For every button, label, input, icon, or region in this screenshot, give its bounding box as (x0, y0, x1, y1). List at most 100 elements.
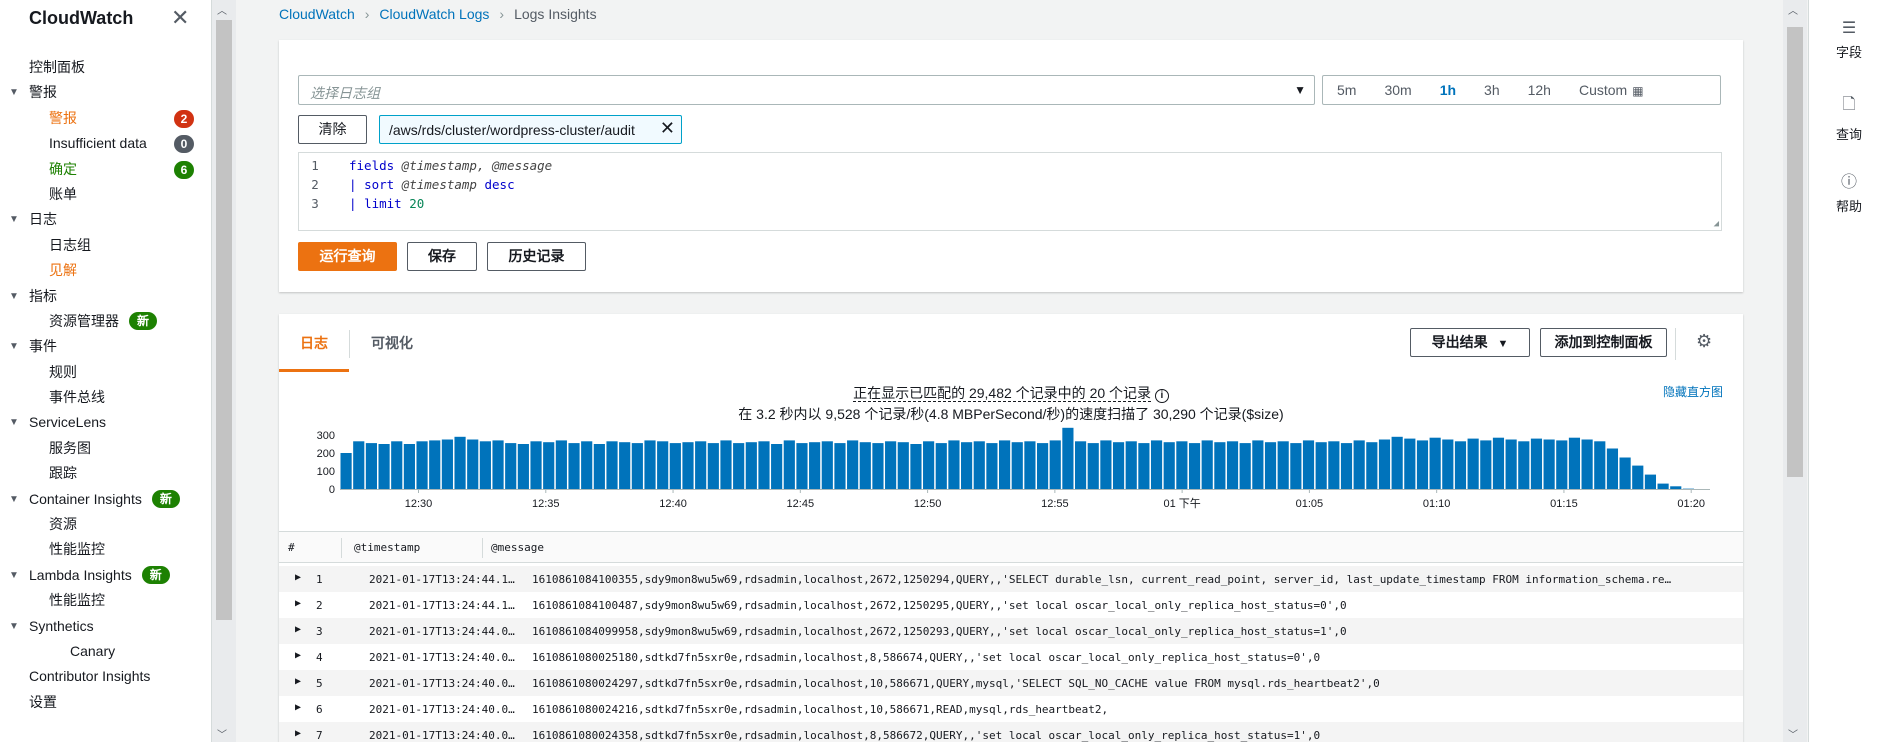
histogram-bar[interactable] (593, 444, 605, 489)
sidebar-scrollbar[interactable]: ︿ ﹀ (212, 0, 236, 742)
sidebar-item[interactable]: 警报 2 (0, 106, 211, 131)
histogram-bar[interactable] (416, 441, 428, 489)
log-group-select[interactable]: 选择日志组 ▼ (298, 75, 1315, 105)
breadcrumb-cloudwatch-logs[interactable]: CloudWatch Logs (379, 6, 489, 22)
histogram-bar[interactable] (720, 440, 732, 489)
table-row[interactable]: ▶ 5 2021-01-17T13:24:40.0… 1610861080024297… (279, 670, 1743, 696)
histogram-bar[interactable] (948, 440, 960, 489)
histogram-bar[interactable] (1277, 441, 1289, 489)
histogram-bar[interactable] (910, 444, 922, 489)
caret-down-icon[interactable]: ▼ (9, 614, 19, 639)
clear-button[interactable]: 清除 (298, 115, 367, 144)
histogram-bar[interactable] (935, 443, 947, 489)
histogram-bar[interactable] (517, 444, 529, 489)
scroll-down-icon[interactable]: ﹀ (217, 726, 227, 741)
sidebar-item[interactable]: ▼ Synthetics (0, 614, 211, 639)
histogram-bar[interactable] (1138, 443, 1150, 489)
sidebar-item[interactable]: ▼ Container Insights 新 (0, 487, 211, 512)
histogram-bar[interactable] (897, 442, 909, 489)
histogram-bar[interactable] (999, 440, 1011, 489)
histogram-bar[interactable] (1416, 440, 1429, 489)
histogram-bar[interactable] (644, 440, 656, 489)
time-option-3h[interactable]: 3h (1470, 82, 1514, 98)
sidebar-item[interactable]: Insufficient data 0 (0, 131, 211, 156)
histogram-bar[interactable] (1011, 442, 1023, 489)
export-results-button[interactable]: 导出结果 ▼ (1410, 328, 1530, 357)
histogram-bar[interactable] (1188, 443, 1201, 489)
histogram-bar[interactable] (1024, 441, 1036, 489)
time-option-12h[interactable]: 12h (1514, 82, 1565, 98)
tab-logs[interactable]: 日志 (279, 314, 349, 372)
caret-down-icon[interactable]: ▼ (9, 284, 19, 309)
sidebar-item[interactable]: 资源 (0, 512, 211, 537)
histogram-bar[interactable] (961, 442, 973, 489)
sidebar-item[interactable]: 设置 (0, 690, 211, 715)
histogram-bar[interactable] (796, 443, 808, 489)
sidebar-item[interactable]: 性能监控 (0, 588, 211, 613)
histogram-bar[interactable] (1290, 443, 1302, 489)
sidebar-item[interactable]: 服务图 (0, 436, 211, 461)
main-scroll-thumb[interactable] (1787, 27, 1803, 477)
expand-triangle-icon[interactable]: ▶ (295, 702, 301, 713)
sidebar-item[interactable]: ▼ 事件 (0, 334, 211, 359)
hide-histogram-link[interactable]: 隐藏直方图 (1663, 383, 1723, 400)
histogram-bar[interactable] (581, 441, 593, 489)
histogram-bar[interactable] (1606, 448, 1619, 490)
expand-triangle-icon[interactable]: ▶ (295, 650, 301, 661)
histogram-bar[interactable] (1302, 440, 1315, 489)
queries-panel-button[interactable]: 🗋 查询 (1809, 93, 1888, 143)
gear-icon[interactable]: ⚙ (1696, 331, 1712, 352)
sidebar-item[interactable]: ▼ 指标 (0, 284, 211, 309)
table-row[interactable]: ▶ 6 2021-01-17T13:24:40.0… 1610861080024216… (279, 696, 1743, 722)
histogram-bar[interactable] (1644, 474, 1657, 489)
histogram-bar[interactable] (847, 440, 859, 489)
histogram-bar[interactable] (1176, 441, 1188, 489)
histogram-bar[interactable] (859, 442, 871, 489)
table-row[interactable]: ▶ 7 2021-01-17T13:24:40.0… 1610861080024358… (279, 722, 1743, 742)
time-option-5m[interactable]: 5m (1323, 82, 1370, 98)
time-option-custom[interactable]: Custom ▦ (1565, 82, 1658, 98)
expand-triangle-icon[interactable]: ▶ (295, 676, 301, 687)
close-icon[interactable]: ✕ (171, 5, 189, 31)
histogram-bar[interactable] (1378, 439, 1391, 490)
fields-panel-button[interactable]: ☰ 字段 (1809, 18, 1888, 61)
histogram-bar[interactable] (1214, 442, 1226, 489)
scroll-up-icon[interactable]: ︿ (217, 2, 227, 17)
histogram-bar[interactable] (1568, 437, 1581, 489)
histogram-bar[interactable] (1429, 437, 1441, 489)
col-header-timestamp[interactable]: @timestamp (354, 541, 420, 554)
histogram-bar[interactable] (619, 442, 631, 489)
histogram-bar[interactable] (1112, 442, 1125, 489)
histogram-bar[interactable] (1264, 442, 1277, 489)
sidebar-item[interactable]: 资源管理器新 (0, 309, 211, 334)
histogram-bar[interactable] (391, 441, 403, 489)
histogram-bar[interactable] (973, 441, 985, 489)
sidebar-item[interactable]: 日志组 (0, 233, 211, 258)
histogram-bar[interactable] (1201, 440, 1213, 489)
time-option-1h[interactable]: 1h (1426, 82, 1470, 98)
time-option-30m[interactable]: 30m (1370, 82, 1425, 98)
histogram-bar[interactable] (403, 444, 415, 489)
resize-handle-icon[interactable]: ◢ (1714, 219, 1719, 229)
histogram-bar[interactable] (340, 453, 352, 489)
sidebar-item[interactable]: 控制面板 (0, 55, 211, 80)
sidebar-item[interactable]: 性能监控 (0, 537, 211, 562)
table-row[interactable]: ▶ 2 2021-01-17T13:24:44.1… 1610861084100487… (279, 592, 1743, 618)
histogram-bar[interactable] (543, 442, 555, 489)
histogram-bar[interactable] (1366, 442, 1378, 489)
tab-visualize[interactable]: 可视化 (371, 314, 413, 372)
expand-triangle-icon[interactable]: ▶ (295, 728, 301, 739)
caret-down-icon[interactable]: ▼ (9, 80, 19, 105)
histogram-bar[interactable] (365, 443, 377, 489)
histogram-bar[interactable] (1062, 427, 1074, 489)
histogram-bar[interactable] (1619, 457, 1631, 490)
info-icon[interactable]: i (1154, 389, 1169, 403)
histogram-bar[interactable] (555, 440, 567, 489)
histogram-bar[interactable] (606, 441, 618, 489)
sidebar-item[interactable]: ▼ Lambda Insights 新 (0, 563, 211, 588)
histogram-bar[interactable] (1404, 438, 1416, 489)
histogram-bar[interactable] (1125, 441, 1137, 489)
histogram-bar[interactable] (1353, 440, 1365, 489)
histogram-bar[interactable] (1442, 439, 1454, 490)
histogram-bar[interactable] (1543, 439, 1555, 490)
